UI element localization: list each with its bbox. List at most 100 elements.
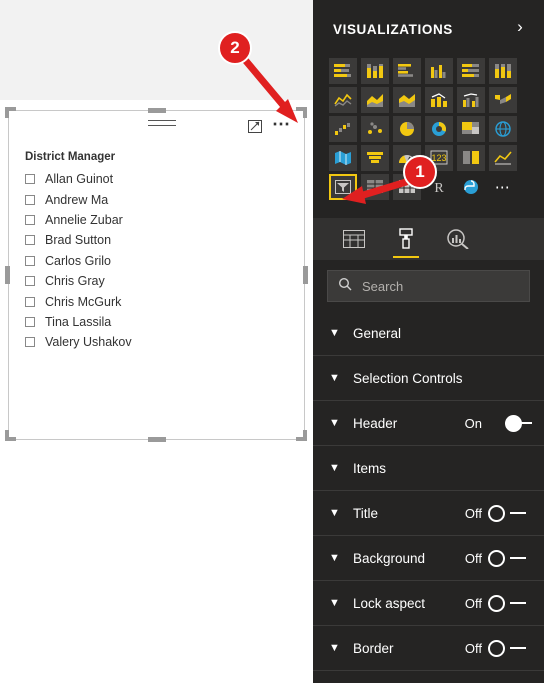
checkbox-icon[interactable] xyxy=(25,337,35,348)
hundred-percent-stacked-bar-chart-icon[interactable] xyxy=(457,58,485,84)
chevron-down-icon: ▼ xyxy=(329,641,340,654)
tab-analytics[interactable] xyxy=(441,220,475,258)
slicer-title: District Manager xyxy=(25,151,116,163)
focus-mode-icon[interactable] xyxy=(248,120,262,133)
viz-gallery-row xyxy=(329,58,529,86)
resize-handle-top[interactable] xyxy=(148,108,166,113)
list-item[interactable]: Brad Sutton xyxy=(25,230,275,250)
list-item[interactable]: Chris McGurk xyxy=(25,291,275,311)
format-section-border[interactable]: ▼ Border Off xyxy=(313,626,544,671)
kpi-icon[interactable] xyxy=(489,145,517,171)
hamburger-filter-icon[interactable] xyxy=(148,120,176,132)
stacked-area-chart-icon[interactable] xyxy=(393,87,421,113)
list-item[interactable]: Valery Ushakov xyxy=(25,332,275,352)
header-toggle[interactable] xyxy=(488,414,532,432)
resize-handle-right[interactable] xyxy=(303,266,308,284)
format-section-title[interactable]: ▼ Title Off xyxy=(313,491,544,536)
scatter-chart-icon[interactable] xyxy=(361,116,389,142)
hundred-percent-stacked-column-chart-icon[interactable] xyxy=(489,58,517,84)
annotation-badge-2: 2 xyxy=(218,31,252,65)
chevron-down-icon: ▼ xyxy=(329,596,340,609)
stacked-column-chart-icon[interactable] xyxy=(361,58,389,84)
line-stacked-column-chart-icon[interactable] xyxy=(425,87,453,113)
chevron-down-icon: ▼ xyxy=(329,371,340,384)
clustered-column-chart-icon[interactable] xyxy=(425,58,453,84)
area-chart-icon[interactable] xyxy=(361,87,389,113)
checkbox-icon[interactable] xyxy=(25,316,35,327)
annotation-badge-1: 1 xyxy=(403,155,437,189)
python-visual-icon[interactable] xyxy=(457,174,485,200)
list-item[interactable]: Carlos Grilo xyxy=(25,251,275,271)
list-item[interactable]: Tina Lassila xyxy=(25,312,275,332)
toggle-state-text: Off xyxy=(464,550,482,566)
list-item[interactable]: Chris Gray xyxy=(25,271,275,291)
tab-fields[interactable] xyxy=(337,220,371,258)
slicer-visual-header: ⋯ xyxy=(9,111,304,141)
chevron-down-icon: ▼ xyxy=(329,506,340,519)
stacked-bar-chart-icon[interactable] xyxy=(329,58,357,84)
page-title: VISUALIZATIONS xyxy=(333,22,453,37)
more-options-icon[interactable]: ⋯ xyxy=(270,115,294,135)
chevron-down-icon: ▼ xyxy=(329,416,340,429)
format-section-background[interactable]: ▼ Background Off xyxy=(313,536,544,581)
line-chart-icon[interactable] xyxy=(329,87,357,113)
search-field[interactable] xyxy=(327,270,530,302)
list-item[interactable]: Allan Guinot xyxy=(25,169,275,189)
chevron-down-icon: ▼ xyxy=(329,326,340,339)
format-section-lock-aspect[interactable]: ▼ Lock aspect Off xyxy=(313,581,544,626)
title-toggle[interactable] xyxy=(488,504,532,522)
pie-chart-icon[interactable] xyxy=(393,116,421,142)
list-item-label: Allan Guinot xyxy=(45,172,114,187)
filled-map-icon[interactable] xyxy=(329,145,357,171)
checkbox-icon[interactable] xyxy=(25,214,35,225)
list-item-label: Chris McGurk xyxy=(45,294,122,309)
checkbox-icon[interactable] xyxy=(25,255,35,266)
ribbon-chart-icon[interactable] xyxy=(489,87,517,113)
checkbox-icon[interactable] xyxy=(25,235,35,246)
visualizations-pane: VISUALIZATIONS › 123 R ⋯ Search ▼ Genera… xyxy=(313,0,544,683)
format-section-label: Header xyxy=(353,415,398,431)
resize-handle-top-left[interactable] xyxy=(5,107,16,118)
treemap-icon[interactable] xyxy=(457,116,485,142)
resize-handle-bottom-left[interactable] xyxy=(5,430,16,441)
search-input[interactable] xyxy=(360,277,514,295)
lock-aspect-toggle[interactable] xyxy=(488,594,532,612)
table-icon[interactable] xyxy=(361,174,389,200)
chevron-right-icon[interactable]: › xyxy=(510,17,530,37)
list-item[interactable]: Annelie Zubar xyxy=(25,210,275,230)
list-item-label: Andrew Ma xyxy=(45,192,109,207)
toggle-state-text: On xyxy=(464,415,482,431)
clustered-bar-chart-icon[interactable] xyxy=(393,58,421,84)
slicer-visual[interactable]: ⋯ District Manager Allan Guinot Andrew M… xyxy=(8,110,305,440)
format-section-label: General xyxy=(353,325,402,341)
format-section-items[interactable]: ▼ Items xyxy=(313,446,544,491)
resize-handle-left[interactable] xyxy=(5,266,10,284)
resize-handle-bottom-right[interactable] xyxy=(296,430,307,441)
tab-format[interactable] xyxy=(389,220,423,258)
format-section-label: Lock aspect xyxy=(353,595,426,611)
funnel-icon[interactable] xyxy=(361,145,389,171)
checkbox-icon[interactable] xyxy=(25,296,35,307)
line-clustered-column-chart-icon[interactable] xyxy=(457,87,485,113)
list-item[interactable]: Andrew Ma xyxy=(25,189,275,209)
more-visuals-icon[interactable]: ⋯ xyxy=(489,174,517,200)
background-toggle[interactable] xyxy=(488,549,532,567)
multi-row-card-icon[interactable] xyxy=(457,145,485,171)
list-item-label: Chris Gray xyxy=(45,274,105,289)
pane-tab-strip[interactable] xyxy=(313,218,544,260)
border-toggle[interactable] xyxy=(488,639,532,657)
format-section-header[interactable]: ▼ Header On xyxy=(313,401,544,446)
checkbox-icon[interactable] xyxy=(25,174,35,185)
slicer-item-list[interactable]: Allan Guinot Andrew Ma Annelie Zubar Bra… xyxy=(25,169,275,353)
checkbox-icon[interactable] xyxy=(25,194,35,205)
slicer-icon[interactable] xyxy=(329,174,357,200)
waterfall-chart-icon[interactable] xyxy=(329,116,357,142)
checkbox-icon[interactable] xyxy=(25,276,35,287)
resize-handle-top-right[interactable] xyxy=(296,107,307,118)
resize-handle-bottom[interactable] xyxy=(148,437,166,442)
map-icon[interactable] xyxy=(489,116,517,142)
format-section-general[interactable]: ▼ General xyxy=(313,311,544,356)
report-canvas: ⋯ District Manager Allan Guinot Andrew M… xyxy=(0,0,313,683)
donut-chart-icon[interactable] xyxy=(425,116,453,142)
format-section-selection-controls[interactable]: ▼ Selection Controls xyxy=(313,356,544,401)
